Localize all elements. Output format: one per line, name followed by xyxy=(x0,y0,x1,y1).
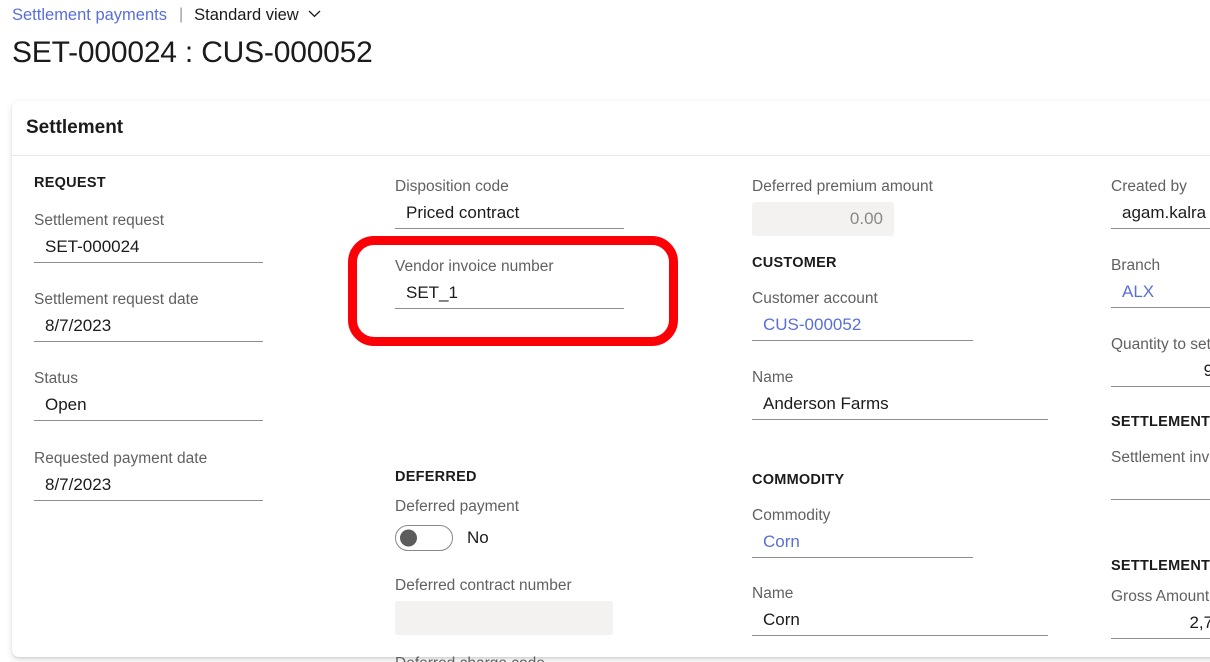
field-branch[interactable]: Branch ALX xyxy=(1111,255,1210,308)
field-underline xyxy=(1111,638,1210,639)
field-label: Settlement invo xyxy=(1111,449,1210,466)
breadcrumb-parent-link[interactable]: Settlement payments xyxy=(12,2,167,28)
field-value[interactable]: 8/7/2023 xyxy=(34,311,263,341)
field-underline xyxy=(752,340,973,341)
field-underline xyxy=(1111,228,1210,229)
field-label: Deferred payment xyxy=(395,498,520,515)
field-label: Quantity to set xyxy=(1111,336,1210,353)
toggle-value-label: No xyxy=(467,528,489,547)
toggle-knob xyxy=(400,529,417,547)
field-label: Settlement request xyxy=(34,212,165,229)
card-header: Settlement xyxy=(12,101,1210,155)
field-value[interactable]: Anderson Farms xyxy=(752,389,1048,419)
field-vendor-invoice-number[interactable]: Vendor invoice number SET_1 xyxy=(395,256,624,309)
field-underline xyxy=(752,557,973,558)
deferred-payment-toggle-row[interactable]: No xyxy=(395,525,519,551)
chevron-down-icon[interactable] xyxy=(308,7,321,20)
field-label: Name xyxy=(752,369,794,386)
field-value-link[interactable]: ALX xyxy=(1111,277,1210,307)
field-value[interactable]: 914 xyxy=(1111,356,1210,386)
toggle-switch[interactable] xyxy=(395,525,453,551)
field-value-disabled: 0.00 xyxy=(752,202,894,236)
section-header-request: REQUEST xyxy=(34,175,106,191)
field-requested-payment-date[interactable]: Requested payment date 8/7/2023 xyxy=(34,448,263,501)
card-title: Settlement xyxy=(26,117,124,138)
breadcrumb: Settlement payments | Standard view xyxy=(12,2,321,28)
field-value[interactable]: agam.kalra xyxy=(1111,198,1210,228)
field-gross-amount[interactable]: Gross Amount 2,743 xyxy=(1111,586,1210,639)
field-label: Deferred premium amount xyxy=(752,178,933,195)
field-value-link[interactable]: CUS-000052 xyxy=(752,310,973,340)
field-customer-name[interactable]: Name Anderson Farms xyxy=(752,367,1048,420)
section-header-settlement-journal: SETTLEMENT J xyxy=(1111,414,1210,430)
field-value[interactable]: 8/7/2023 xyxy=(34,470,263,500)
section-header-customer: CUSTOMER xyxy=(752,255,837,271)
field-status[interactable]: Status Open xyxy=(34,368,263,421)
section-header-commodity: COMMODITY xyxy=(752,472,845,488)
field-underline xyxy=(34,341,263,342)
field-label: Disposition code xyxy=(395,178,509,195)
field-label: Created by xyxy=(1111,178,1187,195)
field-value[interactable]: Open xyxy=(34,390,263,420)
card-divider xyxy=(12,155,1210,156)
field-settlement-request-date[interactable]: Settlement request date 8/7/2023 xyxy=(34,289,263,342)
field-value-disabled xyxy=(395,601,613,635)
field-underline xyxy=(1111,499,1210,500)
field-commodity[interactable]: Commodity Corn xyxy=(752,505,973,558)
field-value[interactable]: SET_1 xyxy=(395,278,624,308)
section-header-deferred: DEFERRED xyxy=(395,469,477,485)
view-selector-label[interactable]: Standard view xyxy=(194,2,299,28)
breadcrumb-separator: | xyxy=(179,6,184,23)
field-value[interactable]: Corn xyxy=(752,605,1048,635)
field-label: Status xyxy=(34,370,78,387)
field-label: Customer account xyxy=(752,290,878,307)
field-label: Vendor invoice number xyxy=(395,258,554,275)
field-label: Gross Amount xyxy=(1111,588,1210,605)
field-underline xyxy=(395,228,624,229)
field-underline xyxy=(1111,307,1210,308)
field-underline xyxy=(395,308,624,309)
field-value[interactable]: 2,743 xyxy=(1111,608,1210,638)
page-title: SET-000024 : CUS-000052 xyxy=(12,36,373,69)
field-label: Commodity xyxy=(752,507,831,524)
field-underline xyxy=(34,500,263,501)
field-underline xyxy=(34,262,263,263)
field-value[interactable] xyxy=(1111,469,1210,499)
field-label: Requested payment date xyxy=(34,450,208,467)
section-header-settlement-amounts: SETTLEMENT A xyxy=(1111,558,1210,574)
field-deferred-contract-number: Deferred contract number xyxy=(395,575,613,635)
field-label: Deferred charge code xyxy=(395,653,613,662)
settlement-card: Settlement REQUEST Settlement request SE… xyxy=(12,101,1210,662)
field-value-link[interactable]: Corn xyxy=(752,527,973,557)
field-quantity-to-set[interactable]: Quantity to set 914 xyxy=(1111,334,1210,387)
field-underline xyxy=(752,635,1048,636)
field-settlement-invoice[interactable]: Settlement invo xyxy=(1111,447,1210,500)
field-deferred-payment[interactable]: Deferred payment No xyxy=(395,496,519,551)
field-label: Branch xyxy=(1111,257,1161,274)
field-created-by[interactable]: Created by agam.kalra xyxy=(1111,176,1210,229)
field-underline xyxy=(752,419,1048,420)
field-disposition-code[interactable]: Disposition code Priced contract xyxy=(395,176,624,229)
field-value[interactable]: Priced contract xyxy=(395,198,624,228)
field-label: Deferred contract number xyxy=(395,577,572,594)
field-settlement-request[interactable]: Settlement request SET-000024 xyxy=(34,210,263,263)
field-value[interactable]: SET-000024 xyxy=(34,232,263,262)
app-root: Settlement payments | Standard view SET-… xyxy=(0,0,1210,662)
field-deferred-premium-amount: Deferred premium amount 0.00 xyxy=(752,176,933,236)
field-underline xyxy=(34,420,263,421)
field-deferred-charge-code: Deferred charge code xyxy=(395,653,613,662)
field-commodity-name[interactable]: Name Corn xyxy=(752,583,1048,636)
field-label: Settlement request date xyxy=(34,291,199,308)
field-customer-account[interactable]: Customer account CUS-000052 xyxy=(752,288,973,341)
field-label: Name xyxy=(752,585,794,602)
field-underline xyxy=(1111,386,1210,387)
